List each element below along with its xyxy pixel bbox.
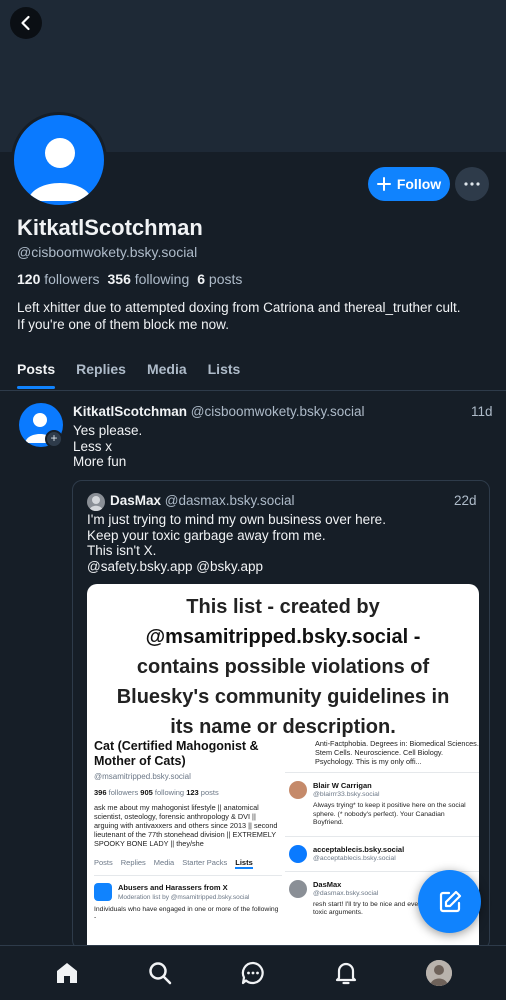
follow-label: Follow	[396, 176, 442, 192]
avatar	[426, 960, 453, 986]
post-author-handle: @cisboomwokety.bsky.social	[190, 404, 365, 419]
post-author-name[interactable]: KitkatlScotchman	[73, 404, 187, 419]
profile-handle: @cisboomwokety.bsky.social	[17, 244, 198, 260]
list-icon	[94, 883, 112, 901]
default-avatar-icon	[28, 138, 92, 201]
follow-button[interactable]: Follow	[368, 167, 450, 201]
quote-author-name: DasMax	[110, 493, 162, 508]
nav-search[interactable]	[140, 953, 180, 993]
quote-text: I'm just trying to mind my own business …	[87, 512, 386, 574]
back-button[interactable]	[10, 7, 42, 39]
more-options-button[interactable]	[455, 167, 489, 201]
embedded-profile: Cat (Certified Mahogonist & Mother of Ca…	[94, 739, 282, 922]
avatar	[289, 844, 307, 863]
nav-profile[interactable]	[419, 953, 459, 993]
avatar	[289, 781, 307, 799]
search-icon	[149, 962, 172, 985]
display-name: KitkatlScotchman	[17, 215, 203, 240]
bell-icon	[336, 962, 357, 985]
plus-icon	[376, 177, 391, 191]
following-stat[interactable]: 356 following	[108, 271, 190, 287]
tab-lists[interactable]: Lists	[208, 350, 241, 390]
followers-stat[interactable]: 120 followers	[17, 271, 100, 287]
list-item: Blair W Carrigan @blairrr33.bsky.social …	[285, 772, 479, 836]
tab-media[interactable]: Media	[147, 350, 187, 390]
ellipsis-icon	[464, 182, 480, 186]
chat-icon	[241, 961, 264, 985]
bottom-navigation	[0, 945, 506, 1000]
post-timestamp[interactable]: 11d	[471, 404, 493, 419]
post-text: Yes please. Less x More fun	[73, 423, 143, 469]
posts-stat: 6 posts	[197, 271, 243, 287]
nav-chat[interactable]	[233, 953, 273, 993]
quote-author-handle: @dasmax.bsky.social	[164, 493, 295, 508]
avatar	[289, 879, 307, 898]
nav-home[interactable]	[47, 953, 87, 993]
embedded-list-item: Abusers and Harassers from X Moderation …	[94, 883, 282, 901]
profile-tabs: Posts Replies Media Lists	[0, 350, 506, 391]
list-item: acceptablecis.bsky.social @acceptablecis…	[285, 835, 479, 871]
profile-stats: 120 followers 356 following 6 posts	[17, 271, 242, 287]
arrow-left-icon	[21, 15, 30, 31]
embedded-image-title: This list - created by @msamitripped.bsk…	[116, 596, 450, 738]
nav-notifications[interactable]	[326, 953, 366, 993]
home-icon	[56, 963, 77, 983]
profile-avatar[interactable]	[11, 112, 107, 208]
quote-timestamp: 22d	[454, 493, 477, 508]
post-header: KitkatlScotchman @cisboomwokety.bsky.soc…	[73, 404, 365, 419]
pencil-icon	[439, 890, 461, 912]
compose-button[interactable]	[418, 870, 481, 933]
profile-bio: Left xhitter due to attempted doxing fro…	[17, 300, 461, 332]
quote-author-avatar	[87, 493, 105, 511]
tab-posts[interactable]: Posts	[17, 350, 56, 390]
follow-plus-badge[interactable]: +	[45, 430, 63, 448]
tab-replies[interactable]: Replies	[76, 350, 126, 390]
quote-header: DasMax @dasmax.bsky.social	[110, 493, 295, 508]
